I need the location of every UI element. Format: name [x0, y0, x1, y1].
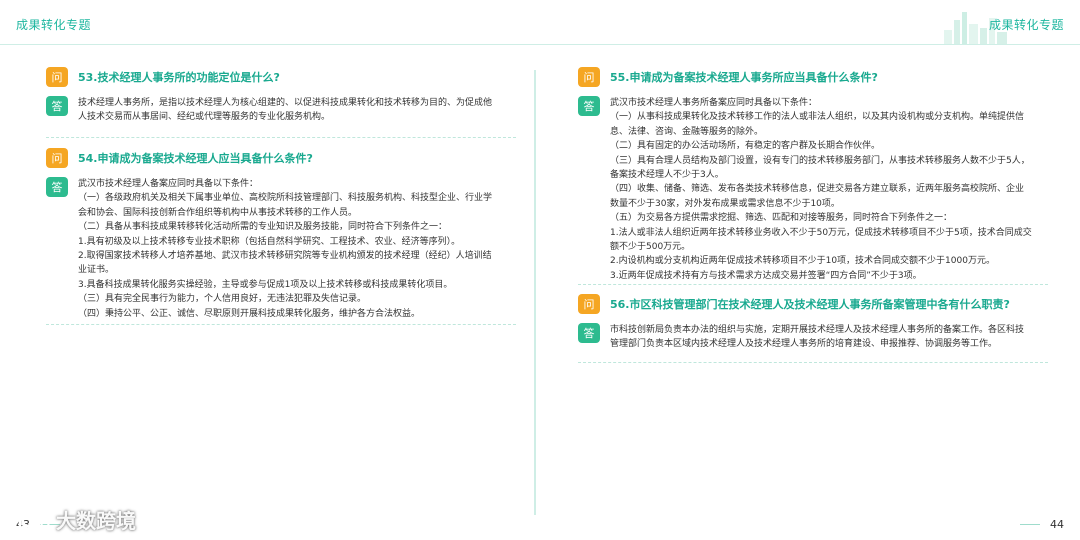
- page-number-rule: [1020, 524, 1040, 525]
- answer-line: 额不少于500万元。: [610, 242, 691, 253]
- question-title: 56.市区科技管理部门在技术经理人及技术经理人事务所备案管理中各有什么职责?: [610, 298, 1010, 311]
- answer-line: 人技术交易而从事居间、经纪或代理等服务的专业化服务机构。: [78, 112, 331, 123]
- divider: [46, 137, 516, 138]
- question-title: 55.申请成为备案技术经理人事务所应当具备什么条件?: [610, 71, 878, 84]
- answer-line: 备案技术经理人不少于3人。: [610, 170, 724, 181]
- answer-line: 2.取得国家技术转移人才培养基地、武汉市技术转移研究院等专业机构颁发的技术经理（…: [78, 251, 492, 262]
- question-row: 问 53.技术经理人事务所的功能定位是什么?: [46, 66, 516, 88]
- answer-row: 答 武汉市技术经理人备案应同时具备以下条件： （一）各级政府机关及相关下属事业单…: [46, 177, 516, 321]
- answer-line: （一）从事科技成果转化及技术转移工作的法人或非法人组织，以及其内设机构或分支机构…: [610, 112, 1025, 123]
- qa-block-56: 问 56.市区科技管理部门在技术经理人及技术经理人事务所备案管理中各有什么职责?…: [578, 293, 1048, 352]
- question-row: 问 54.申请成为备案技术经理人应当具备什么条件?: [46, 147, 516, 169]
- question-badge: 问: [46, 67, 68, 87]
- right-page: 成果转化专题 问 55.申请成为备案技术经理人事务所应当具备什么条件? 答 武汉…: [540, 0, 1080, 540]
- answer-badge: 答: [578, 323, 600, 343]
- answer-line: （五）为交易各方提供需求挖掘、筛选、匹配和对接等服务，同时符合下列条件之一：: [610, 213, 953, 224]
- left-header-title: 成果转化专题: [16, 18, 92, 32]
- watermark: 大数跨境: [8, 505, 136, 534]
- answer-line: （三）具有完全民事行为能力，个人信用良好，无违法犯罪及失信记录。: [78, 294, 367, 305]
- answer-line: （二）具备从事科技成果转移转化活动所需的专业知识及服务技能，同时符合下列条件之一…: [78, 222, 448, 233]
- answer-row: 答 技术经理人事务所，是指以技术经理人为核心组建的、以促进科技成果转化和技术转移…: [46, 96, 516, 125]
- answer-body: 市科技创新局负责本办法的组织与实施，定期开展技术经理人及技术经理人事务所的备案工…: [610, 323, 1024, 352]
- answer-body: 武汉市技术经理人备案应同时具备以下条件： （一）各级政府机关及相关下属事业单位、…: [78, 177, 492, 321]
- answer-line: 武汉市技术经理人备案应同时具备以下条件：: [78, 179, 259, 189]
- answer-line: 业证书。: [78, 265, 115, 276]
- answer-badge: 答: [46, 177, 68, 197]
- answer-line: （三）具有合理人员结构及部门设置，设有专门的技术转移服务部门，从事技术转移服务人…: [610, 155, 1030, 166]
- answer-line: 技术经理人事务所，是指以技术经理人为核心组建的、以促进科技成果转化和技术转移为目…: [78, 98, 493, 108]
- spine-divider: [534, 70, 536, 515]
- watermark-logo-icon: [10, 509, 50, 530]
- answer-line: （四）收集、储备、筛选、发布各类技术转移信息，促进交易各方建立联系，近两年服务高…: [610, 184, 1025, 195]
- question-badge: 问: [46, 148, 68, 168]
- answer-line: 2.内设机构或分支机构近两年促成技术转移项目不少于10项，技术合同成交额不少于1…: [610, 256, 995, 267]
- page-number-right: 44: [1050, 518, 1064, 531]
- watermark-text: 大数跨境: [56, 509, 136, 533]
- answer-line: 市科技创新局负责本办法的组织与实施，定期开展技术经理人及技术经理人事务所的备案工…: [610, 325, 1025, 335]
- divider: [578, 362, 1048, 363]
- left-page: 成果转化专题 问 53.技术经理人事务所的功能定位是什么? 答 技术经理人事务所…: [0, 0, 540, 540]
- answer-badge: 答: [46, 96, 68, 116]
- answer-line: （二）具有固定的办公活动场所，有稳定的客户群及长期合作伙伴。: [610, 141, 881, 152]
- left-header-rule: [0, 44, 540, 45]
- answer-line: 数量不少于30家，对外发布成果或需求信息不少于10项。: [610, 198, 840, 209]
- question-badge: 问: [578, 294, 600, 314]
- answer-badge: 答: [578, 96, 600, 116]
- answer-line: 3.近两年促成技术持有方与技术需求方达成交易并签署“四方合同”不少于3项。: [610, 270, 922, 281]
- divider: [578, 284, 1048, 285]
- qa-block-53: 问 53.技术经理人事务所的功能定位是什么? 答 技术经理人事务所，是指以技术经…: [46, 66, 516, 125]
- answer-line: 管理部门负责本区域内技术经理人及技术经理人事务所的培育建设、申报推荐、协调服务等…: [610, 339, 998, 350]
- qa-block-54: 问 54.申请成为备案技术经理人应当具备什么条件? 答 武汉市技术经理人备案应同…: [46, 147, 516, 321]
- answer-line: 3.具备科技成果转化服务实操经验，主导或参与促成1项及以上技术转移或科技成果转化…: [78, 279, 453, 290]
- qa-block-55: 问 55.申请成为备案技术经理人事务所应当具备什么条件? 答 武汉市技术经理人事…: [578, 66, 1048, 283]
- question-row: 问 55.申请成为备案技术经理人事务所应当具备什么条件?: [578, 66, 1048, 88]
- question-row: 问 56.市区科技管理部门在技术经理人及技术经理人事务所备案管理中各有什么职责?: [578, 293, 1048, 315]
- answer-row: 答 武汉市技术经理人事务所备案应同时具备以下条件： （一）从事科技成果转化及技术…: [578, 96, 1048, 283]
- answer-line: 息、法律、咨询、金融等服务的除外。: [610, 126, 764, 137]
- answer-line: 会和协会、国际科技创新合作组织等机构中从事技术转移的工作人员。: [78, 207, 358, 218]
- answer-line: （四）秉持公平、公正、诚信、尽职原则开展科技成果转化服务，维护各方合法权益。: [78, 308, 421, 319]
- answer-line: 武汉市技术经理人事务所备案应同时具备以下条件：: [610, 98, 818, 108]
- answer-body: 武汉市技术经理人事务所备案应同时具备以下条件： （一）从事科技成果转化及技术转移…: [610, 96, 1032, 283]
- answer-line: 1.具有初级及以上技术转移专业技术职称（包括自然科学研究、工程技术、农业、经济等…: [78, 236, 461, 247]
- answer-row: 答 市科技创新局负责本办法的组织与实施，定期开展技术经理人及技术经理人事务所的备…: [578, 323, 1048, 352]
- question-badge: 问: [578, 67, 600, 87]
- question-title: 53.技术经理人事务所的功能定位是什么?: [78, 71, 280, 84]
- divider: [46, 324, 516, 325]
- answer-line: 1.法人或非法人组织近两年技术转移业务收入不少于50万元，促成技术转移项目不少于…: [610, 227, 1032, 238]
- right-header-title: 成果转化专题: [988, 18, 1064, 32]
- answer-line: （一）各级政府机关及相关下属事业单位、高校院所科技管理部门、科技服务机构、科技型…: [78, 193, 493, 204]
- answer-body: 技术经理人事务所，是指以技术经理人为核心组建的、以促进科技成果转化和技术转移为目…: [78, 96, 492, 125]
- question-title: 54.申请成为备案技术经理人应当具备什么条件?: [78, 152, 313, 165]
- right-header-rule: [540, 44, 1080, 45]
